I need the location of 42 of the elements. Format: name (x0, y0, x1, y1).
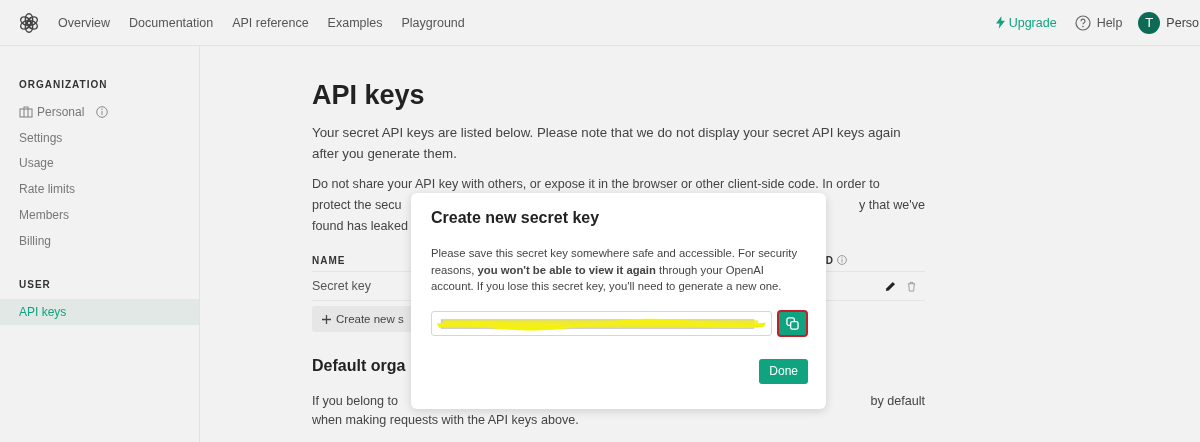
warning-text: Do not share your API key with others, or expose it in the browser or other client-side code. In order to (312, 176, 880, 193)
help-icon (1074, 14, 1091, 31)
column-header: NAME (312, 254, 346, 266)
sidebar-item[interactable]: Settings (0, 124, 199, 151)
page-title: API keys (312, 79, 426, 112)
nav-link[interactable]: Overview (58, 15, 111, 30)
info-icon (96, 105, 109, 118)
info-icon (837, 255, 847, 265)
default-org-text: when making requests with the API keys above. (312, 412, 579, 429)
secret-key-field[interactable] (431, 310, 772, 336)
sidebar-item[interactable]: Billing (0, 228, 199, 254)
help-link[interactable]: Help (1074, 14, 1123, 31)
sidebar-item[interactable]: Members (0, 202, 199, 228)
column-header: D (825, 254, 834, 266)
copy-icon (786, 316, 799, 330)
sidebar-item[interactable]: Rate limits (0, 176, 199, 203)
copy-button[interactable] (777, 309, 808, 337)
default-org-text: If you belong to (312, 393, 399, 410)
nav-link[interactable]: API reference (232, 15, 309, 30)
dialog-message: Please save this secret key somewhere safe and accessible. For security reasons, you won't be able to view it again through your OpenAI account. If you lose this secret key, you'll need to generate a new one. (431, 246, 799, 294)
briefcase-icon (19, 105, 33, 118)
pencil-icon[interactable] (885, 280, 896, 292)
plus-icon (322, 314, 331, 324)
nav-link[interactable]: Documentation (129, 15, 214, 30)
dialog-title: Create new secret key (431, 208, 601, 228)
section-title: Default orga (312, 356, 406, 376)
nav-link[interactable]: Playground (401, 15, 465, 30)
warning-text: y that we've (858, 197, 925, 214)
table-cell: Secret key (312, 279, 372, 293)
sidebar-item[interactable]: Usage (0, 150, 199, 177)
intro-text: Your secret API keys are listed below. Please note that we do not display your secret API keys again after you generate them. (312, 124, 902, 163)
organization-selector[interactable]: Personal (0, 99, 199, 125)
nav-link[interactable]: Examples (327, 15, 383, 30)
warning-text: found has leaked (312, 218, 408, 235)
section-heading: ORGANIZATION (18, 79, 109, 90)
knot-logo-icon[interactable] (18, 11, 40, 34)
bolt-icon (995, 16, 1005, 29)
avatar[interactable]: T (1138, 11, 1161, 34)
default-org-text: by default (870, 393, 925, 410)
section-heading: USER (18, 278, 52, 290)
warning-text: protect the secu (312, 197, 402, 214)
account-name[interactable]: Perso (1166, 15, 1199, 30)
